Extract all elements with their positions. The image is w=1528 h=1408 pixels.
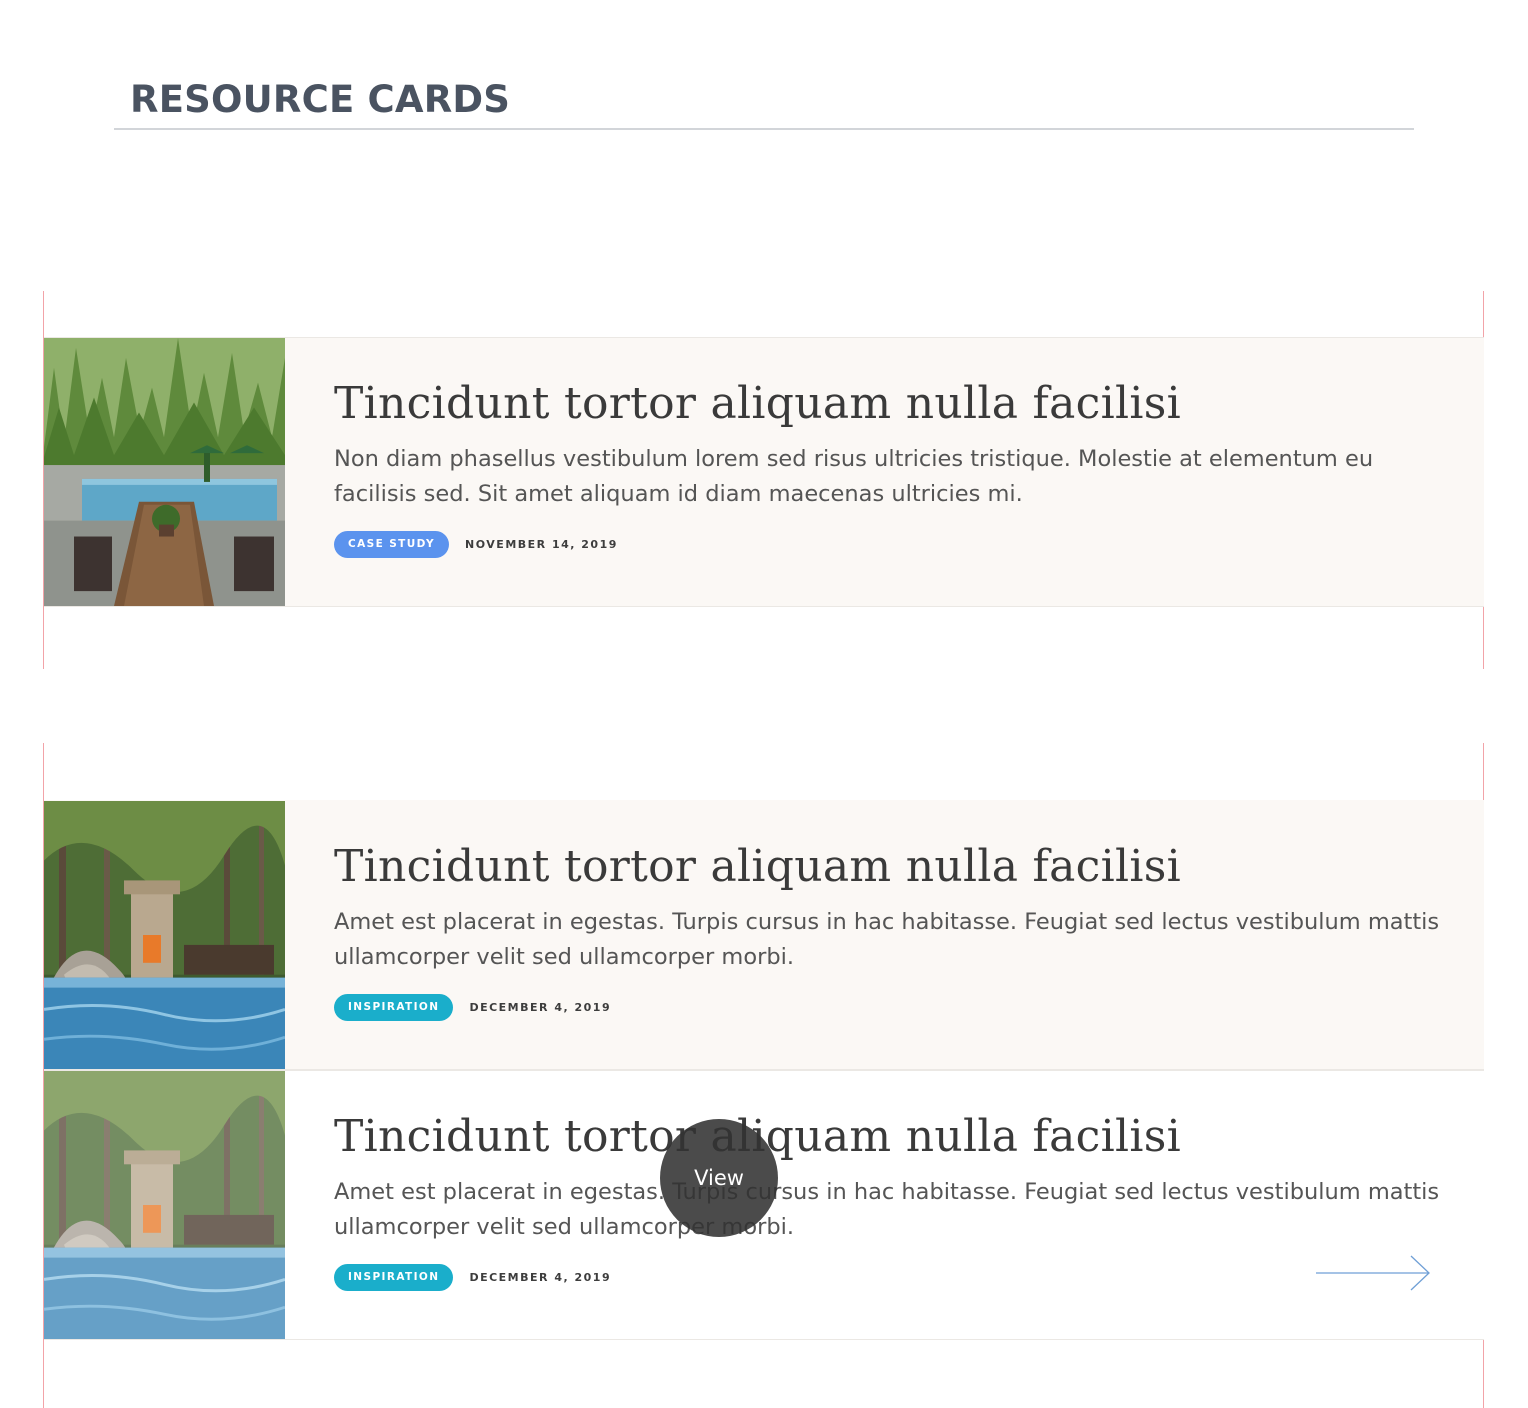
card-description: Amet est placerat in egestas. Turpis cur… <box>334 1179 1440 1240</box>
category-badge[interactable]: INSPIRATION <box>334 994 454 1021</box>
card-meta: CASE STUDY NOVEMBER 14, 2019 <box>334 531 618 558</box>
card-meta: INSPIRATION DECEMBER 4, 2019 <box>334 994 611 1021</box>
publish-date: NOVEMBER 14, 2019 <box>465 538 618 551</box>
publish-date: DECEMBER 4, 2019 <box>469 1271 612 1284</box>
card-description: Amet est placerat in egestas. Turpis cur… <box>334 909 1440 970</box>
page-title: RESOURCE CARDS <box>130 78 511 121</box>
pool-fireplace-photo <box>44 1071 285 1339</box>
view-label: View <box>694 1166 744 1190</box>
card-title[interactable]: Tincidunt tortor aliquam nulla facilisi <box>334 841 1181 892</box>
card-title[interactable]: Tincidunt tortor aliquam nulla facilisi <box>334 378 1181 429</box>
arrow-right-icon[interactable] <box>1316 1255 1432 1291</box>
publish-date: DECEMBER 4, 2019 <box>469 1001 612 1014</box>
resource-card[interactable]: Tincidunt tortor aliquam nulla facilisi … <box>44 800 1484 1070</box>
resource-card[interactable]: Tincidunt tortor aliquam nulla facilisi … <box>44 337 1484 607</box>
card-description: Non diam phasellus vestibulum lorem sed … <box>334 446 1374 507</box>
pool-fireplace-photo <box>44 801 285 1069</box>
category-badge[interactable]: CASE STUDY <box>334 531 450 558</box>
patio-pool-photo <box>44 338 285 606</box>
title-divider <box>114 128 1414 130</box>
card-meta: INSPIRATION DECEMBER 4, 2019 <box>334 1264 611 1291</box>
view-cursor-bubble[interactable]: View <box>660 1119 778 1237</box>
category-badge[interactable]: INSPIRATION <box>334 1264 454 1291</box>
image-hover-overlay <box>44 1071 285 1339</box>
